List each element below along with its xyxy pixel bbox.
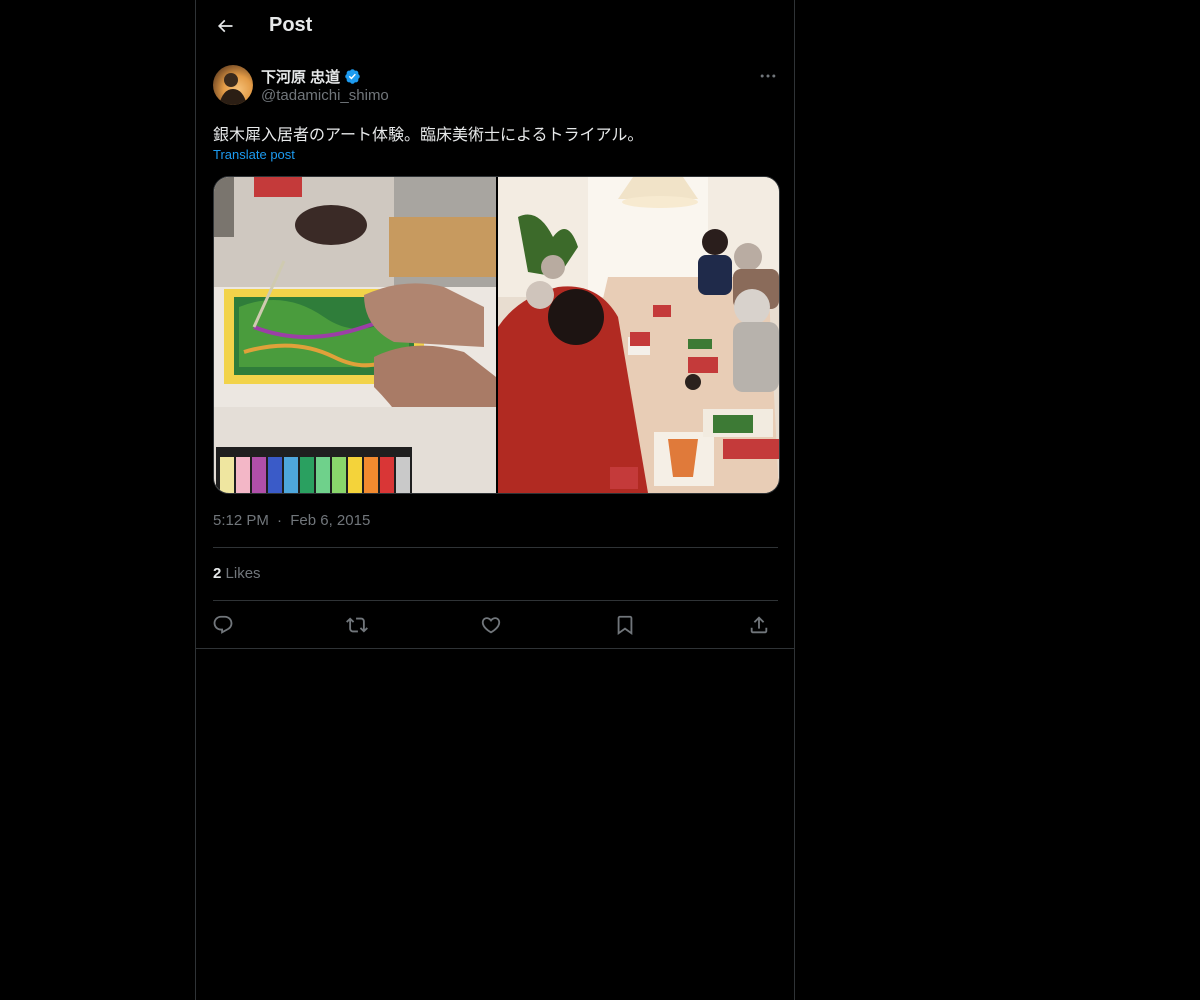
post-date[interactable]: Feb 6, 2015 [290,512,370,529]
translate-post-link[interactable]: Translate post [213,147,295,162]
post-actions-bar [213,612,778,638]
bookmark-icon [617,615,633,636]
back-button[interactable] [208,9,242,43]
divider [213,600,778,601]
likes-stat[interactable]: 2 Likes [213,565,261,582]
post-bottom-border [196,648,794,649]
more-options-button[interactable] [756,64,780,88]
post-time[interactable]: 5:12 PM [213,512,269,529]
page-title: Post [269,14,313,36]
bookmark-button[interactable] [612,612,638,638]
share-icon [750,616,768,634]
reply-button[interactable] [210,612,236,638]
post-media [213,176,780,494]
author-name-row: 下河原 忠道 [261,66,361,87]
post-text: 銀木犀入居者のアート体験。臨床美術士によるトライアル。 [213,127,644,144]
more-icon [760,74,776,78]
repost-button[interactable] [344,612,370,638]
likes-count: 2 [213,565,222,582]
post-column: Post 下河原 忠道 @tadamichi_shimo 銀木犀入居者のアート体… [195,0,795,1000]
post-timestamp: 5:12 PM · Feb 6, 2015 [213,512,370,529]
share-button[interactable] [746,612,772,638]
author-handle[interactable]: @tadamichi_shimo [261,87,389,104]
reply-icon [213,615,233,634]
post-header: Post [196,0,794,53]
avatar[interactable] [213,65,253,105]
repost-icon [346,617,368,633]
verified-badge-icon [345,69,360,84]
like-icon [481,617,501,634]
post-photo-group-session[interactable] [497,177,780,493]
post-photo-art-closeup[interactable] [214,177,496,493]
divider [213,547,778,548]
likes-label: Likes [225,565,261,582]
timestamp-separator: · [277,512,283,529]
author-name[interactable]: 下河原 忠道 [261,66,340,87]
arrow-left-icon [217,19,233,33]
like-button[interactable] [478,612,504,638]
